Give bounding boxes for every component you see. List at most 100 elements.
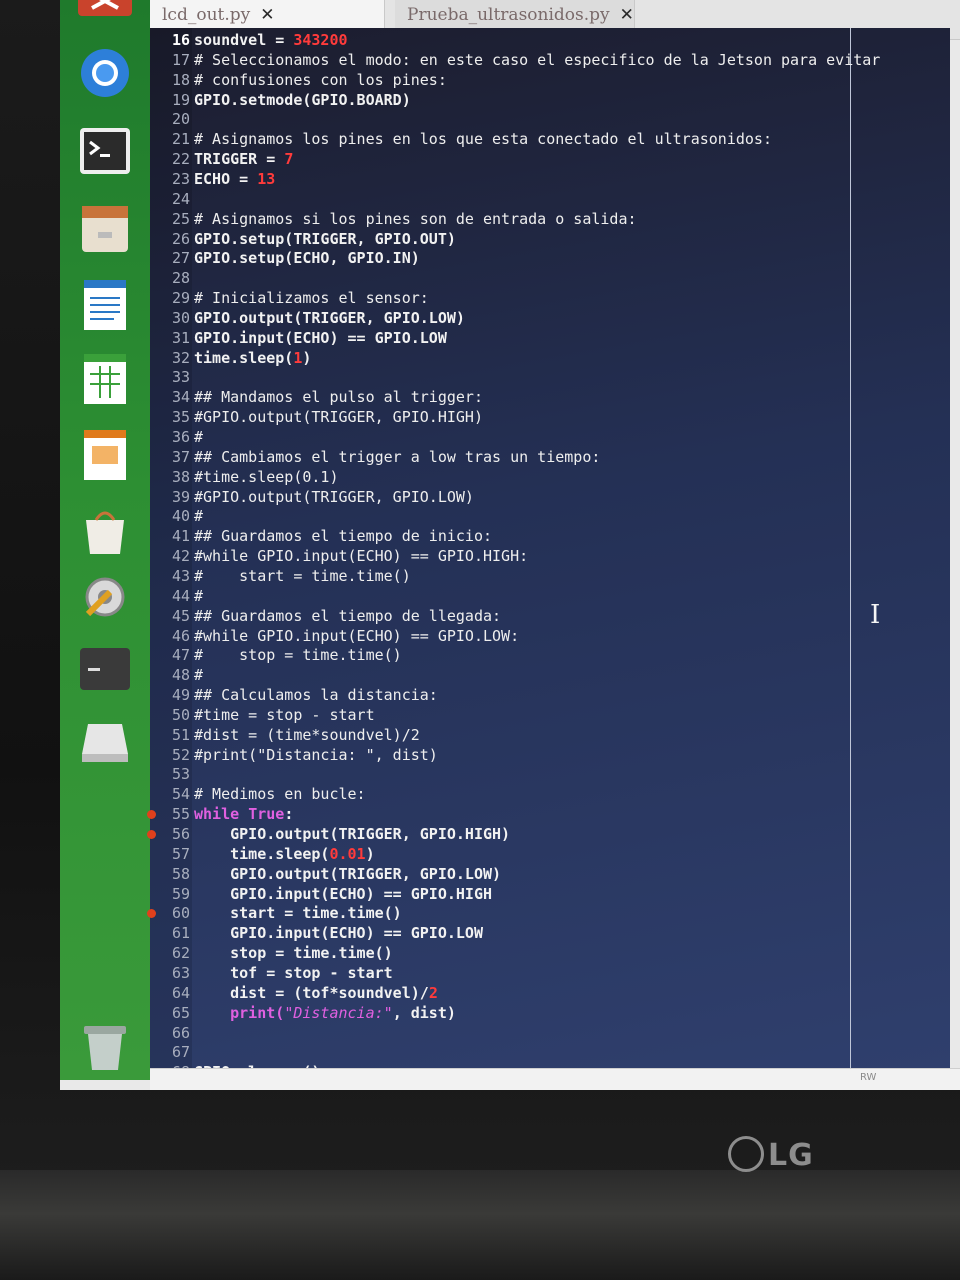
- terminal-active-icon[interactable]: [72, 636, 138, 702]
- code-line[interactable]: 17 # Seleccionamos el modo: en este caso …: [150, 50, 880, 70]
- code-line[interactable]: 25 # Asignamos si los pines son de entrad…: [150, 209, 637, 229]
- code-line[interactable]: 26 GPIO.setup(TRIGGER, GPIO.OUT): [150, 229, 456, 249]
- line-number: 67: [171, 1043, 190, 1062]
- code-token: # stop = time.time(): [194, 646, 402, 665]
- code-line[interactable]: 35 #GPIO.output(TRIGGER, GPIO.HIGH): [150, 407, 483, 427]
- code-line[interactable]: 41 ## Guardamos el tiempo de inicio:: [150, 526, 492, 546]
- libreoffice-writer-icon[interactable]: [72, 272, 138, 338]
- libreoffice-calc-icon[interactable]: [72, 346, 138, 412]
- code-line[interactable]: 23 ECHO = 13: [150, 169, 275, 189]
- code-line[interactable]: 48 #: [150, 665, 203, 685]
- code-line[interactable]: 42 #while GPIO.input(ECHO) == GPIO.HIGH:: [150, 546, 528, 566]
- removable-drive-icon[interactable]: [72, 708, 138, 774]
- close-icon[interactable]: ✕: [620, 5, 634, 25]
- line-number: 43: [171, 566, 190, 585]
- code-line[interactable]: 21 # Asignamos los pines en los que esta …: [150, 129, 772, 149]
- code-line[interactable]: 62 stop = time.time(): [150, 943, 393, 963]
- code-token: GPIO.output(TRIGGER, GPIO.LOW): [194, 864, 502, 883]
- code-line[interactable]: 56 GPIO.output(TRIGGER, GPIO.HIGH): [150, 824, 510, 844]
- unity-launcher: [60, 0, 150, 1080]
- code-line[interactable]: 22 TRIGGER = 7: [150, 149, 293, 169]
- code-line[interactable]: 60 start = time.time(): [150, 903, 402, 923]
- close-icon[interactable]: ✕: [260, 5, 274, 25]
- libreoffice-impress-icon[interactable]: [72, 422, 138, 488]
- line-number: 66: [171, 1023, 190, 1042]
- code-line[interactable]: 47 # stop = time.time(): [150, 645, 402, 665]
- terminal-icon[interactable]: [72, 118, 138, 184]
- line-number: 22: [171, 150, 190, 169]
- code-line[interactable]: 16 soundvel = 343200: [150, 30, 348, 50]
- code-line[interactable]: 33: [150, 367, 194, 387]
- files-icon[interactable]: [72, 196, 138, 262]
- code-line[interactable]: 45 ## Guardamos el tiempo de llegada:: [150, 606, 501, 626]
- code-token: #: [194, 666, 204, 685]
- code-line[interactable]: 37 ## Cambiamos el trigger a low tras un …: [150, 447, 600, 467]
- line-number: 28: [171, 269, 190, 288]
- line-number: 57: [171, 844, 190, 863]
- code-line[interactable]: 44 #: [150, 586, 203, 606]
- code-line[interactable]: 65 print("Distancia:", dist): [150, 1003, 456, 1023]
- code-token: time.sleep(: [194, 844, 330, 863]
- code-line[interactable]: 39 #GPIO.output(TRIGGER, GPIO.LOW): [150, 487, 474, 507]
- line-number: 25: [171, 209, 190, 228]
- code-line[interactable]: 55 while True:: [150, 804, 293, 824]
- system-settings-icon[interactable]: [72, 564, 138, 630]
- code-line[interactable]: 63 tof = stop - start: [150, 963, 393, 983]
- code-token: #: [194, 507, 204, 526]
- code-token: # confusiones con los pines:: [194, 70, 447, 89]
- code-token: # Medimos en bucle:: [194, 785, 366, 804]
- chromium-icon[interactable]: [72, 40, 138, 106]
- code-line[interactable]: 64 dist = (tof*soundvel)/2: [150, 983, 438, 1003]
- line-number: 24: [171, 189, 190, 208]
- code-line[interactable]: 27 GPIO.setup(ECHO, GPIO.IN): [150, 248, 420, 268]
- code-token: print(: [194, 1003, 285, 1022]
- line-number: 52: [171, 745, 190, 764]
- code-line[interactable]: 67: [150, 1042, 194, 1062]
- code-line[interactable]: 24: [150, 189, 194, 209]
- code-line[interactable]: 59 GPIO.input(ECHO) == GPIO.HIGH: [150, 884, 492, 904]
- code-line[interactable]: 58 GPIO.output(TRIGGER, GPIO.LOW): [150, 864, 501, 884]
- trash-icon[interactable]: [72, 1014, 138, 1080]
- line-number: 27: [171, 249, 190, 268]
- code-line[interactable]: 52 #print("Distancia: ", dist): [150, 745, 438, 765]
- code-line[interactable]: 66: [150, 1023, 194, 1043]
- code-token: ## Guardamos el tiempo de inicio:: [194, 527, 493, 546]
- code-line[interactable]: 31 GPIO.input(ECHO) == GPIO.LOW: [150, 328, 447, 348]
- line-number: 54: [171, 785, 190, 804]
- line-number: 48: [171, 666, 190, 685]
- code-line[interactable]: 32 time.sleep(1): [150, 348, 311, 368]
- software-center-icon[interactable]: [72, 498, 138, 564]
- code-line[interactable]: 46 #while GPIO.input(ECHO) == GPIO.LOW:: [150, 626, 519, 646]
- code-line[interactable]: 36 #: [150, 427, 203, 447]
- code-line[interactable]: 30 GPIO.output(TRIGGER, GPIO.LOW): [150, 308, 465, 328]
- code-token: GPIO.input(ECHO) == GPIO.LOW: [194, 328, 447, 347]
- desk-background: [0, 1170, 960, 1280]
- code-line[interactable]: 18 # confusiones con los pines:: [150, 70, 447, 90]
- code-line[interactable]: 34 ## Mandamos el pulso al trigger:: [150, 387, 483, 407]
- line-number: 30: [171, 308, 190, 327]
- code-line[interactable]: 19 GPIO.setmode(GPIO.BOARD): [150, 90, 411, 110]
- code-line[interactable]: 61 GPIO.input(ECHO) == GPIO.LOW: [150, 923, 483, 943]
- code-editor[interactable]: 16 soundvel = 343200 17 # Seleccionamos el …: [147, 28, 950, 1081]
- code-line[interactable]: 51 #dist = (time*soundvel)/2: [150, 725, 420, 745]
- code-line[interactable]: 29 # Inicializamos el sensor:: [150, 288, 429, 308]
- tab-label: Prueba_ultrasonidos.py: [407, 5, 610, 25]
- code-line[interactable]: 20: [150, 109, 194, 129]
- line-number: 26: [171, 229, 190, 248]
- code-line[interactable]: 53: [150, 764, 194, 784]
- code-token: TRIGGER =: [194, 150, 285, 169]
- breakpoint-marker-icon[interactable]: [147, 830, 156, 839]
- line-number: 18: [171, 70, 190, 89]
- code-line[interactable]: 57 time.sleep(0.01): [150, 844, 375, 864]
- code-line[interactable]: 50 #time = stop - start: [150, 705, 375, 725]
- code-line[interactable]: 38 #time.sleep(0.1): [150, 467, 339, 487]
- code-line[interactable]: 49 ## Calculamos la distancia:: [150, 685, 438, 705]
- code-line[interactable]: 28: [150, 268, 194, 288]
- code-line[interactable]: 40 #: [150, 506, 203, 526]
- code-token: # Asignamos si los pines son de entrada …: [194, 209, 637, 228]
- code-token: tof = stop - start: [194, 963, 393, 982]
- code-token: # Inicializamos el sensor:: [194, 289, 429, 308]
- code-line[interactable]: 54 # Medimos en bucle:: [150, 784, 366, 804]
- code-line[interactable]: 43 # start = time.time(): [150, 566, 411, 586]
- line-number: 63: [171, 963, 190, 982]
